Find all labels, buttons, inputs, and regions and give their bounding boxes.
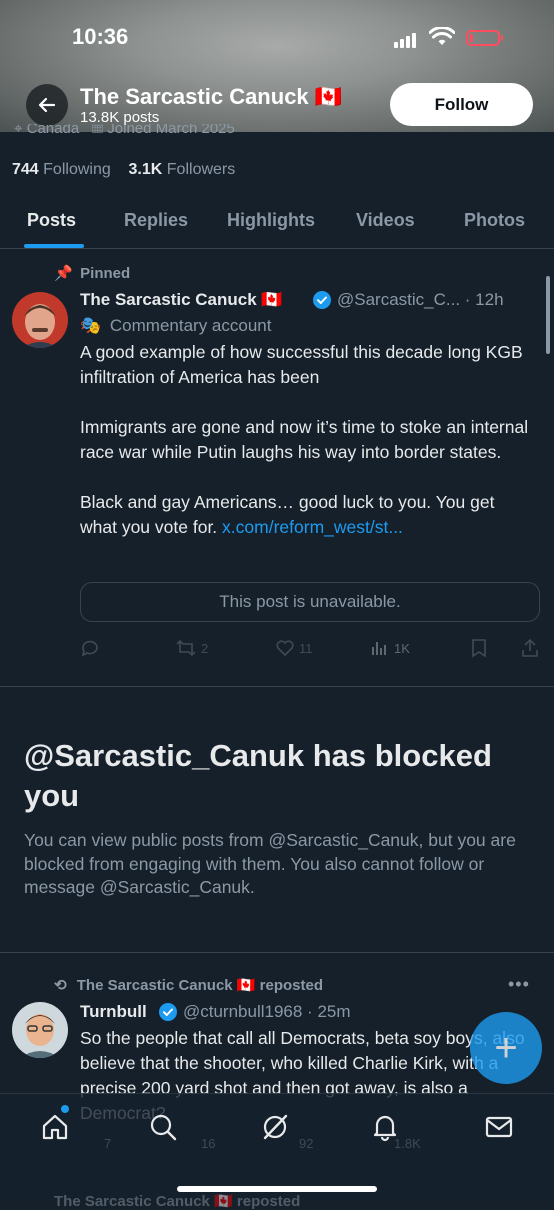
reply-icon [81, 640, 98, 657]
status-bar: 10:36 [0, 0, 554, 70]
tab-replies[interactable]: Replies [124, 210, 188, 231]
repost-icon: ⟲ [54, 977, 67, 994]
views-icon [372, 642, 386, 655]
post-link[interactable]: x.com/reform_west/st... [222, 517, 403, 537]
repost-handle-time: @cturnbull1968 · 25m [183, 1002, 351, 1021]
pinned-indicator: 📌 Pinned [54, 265, 131, 282]
post-divider [0, 686, 554, 687]
repost-actions: 7 16 92 1.8K [80, 1136, 540, 1158]
calendar-icon: ▦ [91, 124, 104, 137]
views-button[interactable]: 1K [370, 638, 410, 658]
back-arrow-icon [38, 97, 56, 113]
avatar[interactable] [12, 1002, 68, 1058]
blocked-title: @Sarcastic_Canuk has blocked you [24, 738, 492, 813]
wifi-icon [428, 26, 456, 52]
share-button[interactable] [520, 638, 540, 658]
like-icon [276, 640, 294, 657]
reply-button[interactable]: 7 [80, 1136, 111, 1151]
commentary-label: 🎭 Commentary account [80, 316, 272, 335]
tab-videos[interactable]: Videos [356, 210, 415, 231]
header-profile-name: The Sarcastic Canuck 🇨🇦 [80, 84, 343, 109]
location-icon: ⌖ [14, 124, 23, 137]
quoted-post-unavailable: This post is unavailable. [80, 582, 540, 622]
repost-button[interactable]: 16 [175, 1136, 215, 1151]
repost-icon [176, 639, 196, 657]
follow-stats: 744 Following 3.1K Followers [12, 161, 235, 179]
pin-icon: 📌 [54, 265, 73, 282]
section-divider [0, 952, 554, 953]
status-time: 10:36 [72, 24, 129, 49]
following-link[interactable]: 744 Following [12, 161, 111, 178]
tab-highlights[interactable]: Highlights [227, 210, 315, 231]
profile-tabs: Posts Replies Highlights Videos Photos [0, 200, 554, 249]
verified-badge-icon [313, 291, 331, 314]
like-button[interactable]: 11 [275, 638, 313, 658]
more-options-icon[interactable]: ••• [508, 974, 530, 995]
like-button[interactable]: 92 [275, 1136, 313, 1151]
profile-joined: Joined March 2025 [107, 124, 235, 137]
signal-icon [394, 30, 418, 48]
follow-button[interactable]: Follow [390, 83, 533, 126]
verified-badge-icon [159, 1003, 177, 1026]
profile-location: Canada [26, 124, 80, 137]
next-repost-indicator: The Sarcastic Canuck 🇨🇦 reposted [54, 1193, 301, 1210]
home-notification-dot [61, 1105, 69, 1113]
blocked-body: You can view public posts from @Sarcasti… [24, 830, 516, 897]
share-icon [522, 638, 538, 657]
back-button[interactable] [26, 84, 68, 126]
post-handle-time: @Sarcastic_C... · 12h [337, 290, 504, 309]
post-text: A good example of how successful this de… [80, 342, 529, 537]
followers-link[interactable]: 3.1K Followers [129, 161, 236, 178]
tab-posts[interactable]: Posts [27, 210, 76, 231]
reply-button[interactable] [80, 638, 100, 658]
post-actions: 2 11 1K [80, 638, 540, 660]
avatar[interactable] [12, 292, 68, 348]
commentary-icon: 🎭 [80, 316, 102, 335]
home-indicator [177, 1186, 377, 1192]
repost-button[interactable]: 2 [175, 638, 208, 658]
compose-button[interactable]: + [470, 1012, 542, 1084]
bookmark-icon [472, 639, 486, 658]
repost-indicator: ⟲ The Sarcastic Canuck 🇨🇦 reposted [54, 977, 324, 994]
home-icon[interactable] [40, 1112, 70, 1147]
profile-meta-row: ⌖ Canada ▦ Joined March 2025 [14, 124, 314, 140]
tab-photos[interactable]: Photos [464, 210, 525, 231]
bookmark-button[interactable] [470, 638, 488, 658]
compose-plus-icon: + [494, 1026, 518, 1070]
battery-icon [466, 30, 503, 46]
active-tab-indicator [24, 244, 84, 248]
repost-author-name[interactable]: Turnbull [80, 1002, 147, 1022]
views-button[interactable]: 1.8K [370, 1136, 421, 1151]
scrollbar[interactable] [546, 276, 550, 354]
post-author-name[interactable]: The Sarcastic Canuck 🇨🇦 [80, 290, 283, 310]
